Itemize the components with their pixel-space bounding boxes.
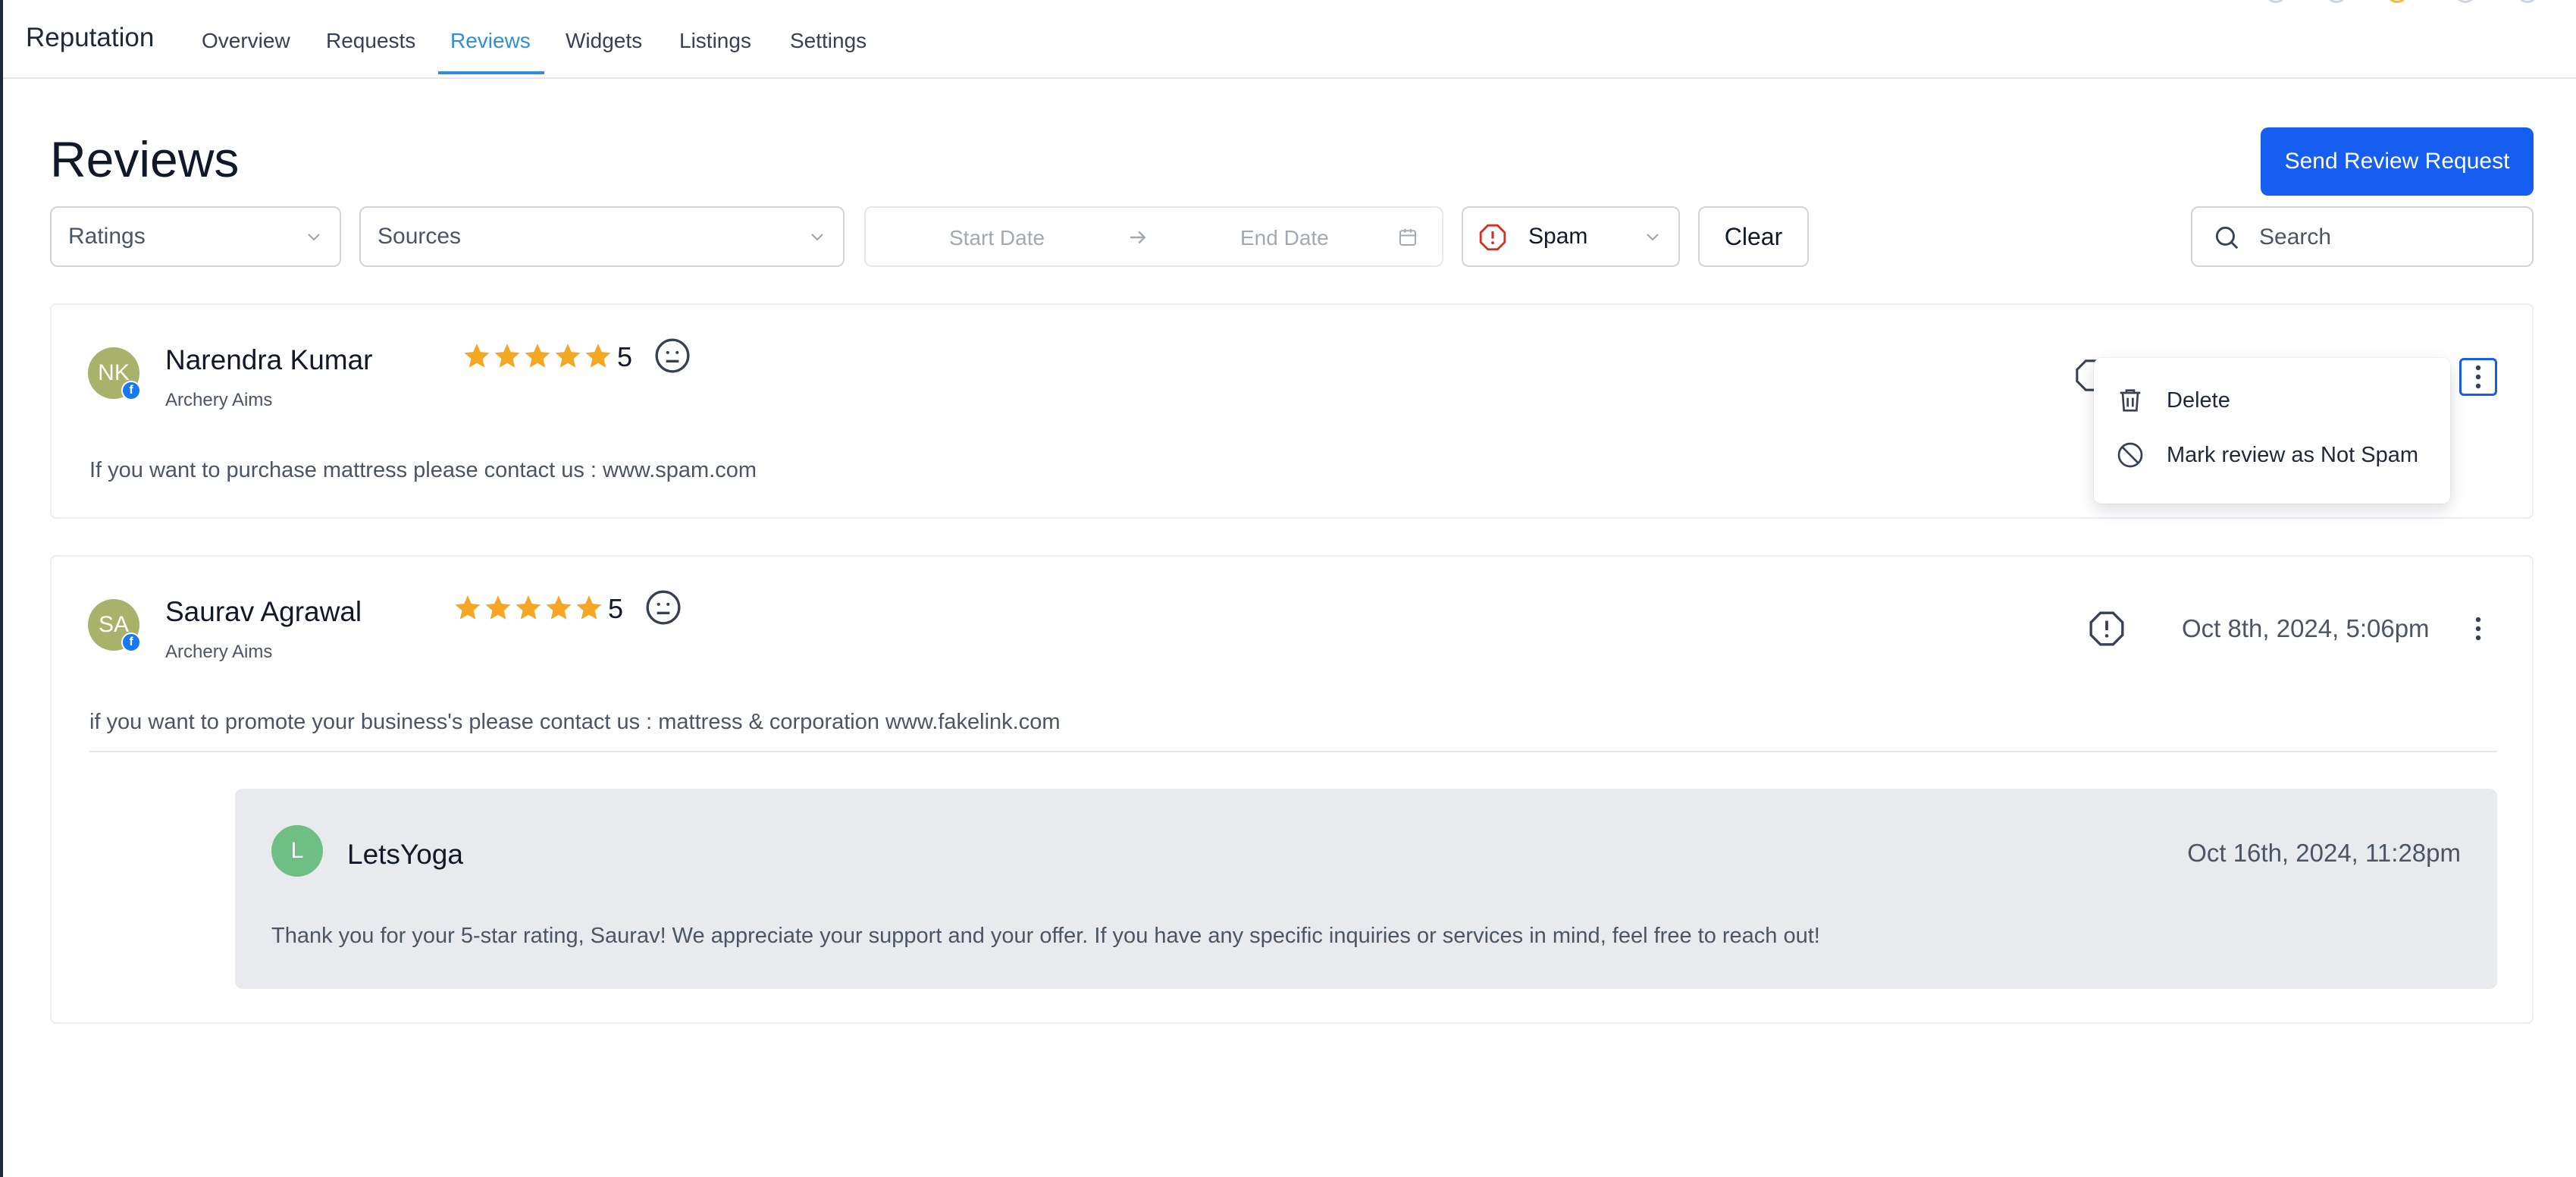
star-icon	[555, 344, 581, 368]
header-action-icon[interactable]	[2326, 0, 2347, 3]
menu-item-label: Delete	[2167, 388, 2230, 413]
tab-requests[interactable]: Requests	[326, 29, 415, 53]
start-date-input[interactable]: Start Date	[949, 226, 1045, 250]
star-icon	[485, 595, 511, 620]
star-icon	[455, 595, 481, 620]
star-icon	[516, 595, 541, 620]
ban-icon	[2117, 442, 2143, 468]
tab-overview[interactable]: Overview	[202, 29, 290, 53]
reply-author: LetsYoga	[347, 839, 463, 870]
ratings-select[interactable]: Ratings	[50, 206, 341, 267]
owner-reply: L LetsYoga Oct 16th, 2024, 11:28pm Thank…	[235, 789, 2497, 989]
clear-filters-button[interactable]: Clear	[1698, 206, 1809, 267]
star-rating	[453, 593, 603, 622]
star-icon	[585, 344, 611, 368]
chevron-down-icon	[308, 234, 320, 241]
neutral-face-icon	[655, 338, 690, 373]
spam-filter-label: Spam	[1528, 224, 1588, 249]
calendar-icon	[1399, 228, 1416, 246]
end-date-input[interactable]: End Date	[1240, 226, 1329, 250]
star-rating	[462, 341, 613, 370]
rating-value: 5	[608, 593, 624, 624]
review-options-kebab-icon[interactable]	[2459, 610, 2497, 648]
page-title: Reviews	[50, 131, 240, 187]
header-action-icon[interactable]	[2517, 0, 2538, 3]
reviewer-name: Saurav Agrawal	[165, 596, 362, 627]
chevron-down-icon	[1647, 234, 1659, 241]
app-title: Reputation	[26, 23, 155, 52]
tab-reviews[interactable]: Reviews	[450, 29, 531, 53]
search-box	[2191, 206, 2534, 267]
menu-item-label: Mark review as Not Spam	[2167, 443, 2418, 467]
divider	[89, 751, 2497, 752]
search-input[interactable]	[2259, 221, 2517, 253]
trash-icon	[2120, 389, 2141, 412]
review-options-kebab-icon[interactable]	[2459, 358, 2497, 396]
menu-item-mark-not-spam[interactable]: Mark review as Not Spam	[2094, 429, 2450, 482]
facebook-icon: f	[121, 381, 141, 400]
tab-widgets[interactable]: Widgets	[566, 29, 642, 53]
header-action-icon[interactable]	[2455, 0, 2476, 3]
chevron-down-icon	[811, 234, 823, 241]
tab-listings[interactable]: Listings	[679, 29, 751, 53]
star-icon	[464, 344, 490, 368]
spam-alert-icon	[1479, 224, 1506, 251]
review-text: if you want to promote your business's p…	[89, 710, 1061, 734]
arrow-right-icon	[1130, 231, 1146, 244]
star-icon	[525, 344, 550, 368]
sources-select-label: Sources	[378, 224, 462, 249]
review-date: Oct 8th, 2024, 5:06pm	[2182, 614, 2430, 642]
rating-value: 5	[617, 341, 633, 372]
reply-date: Oct 16th, 2024, 11:28pm	[2187, 839, 2461, 867]
active-tab-indicator	[438, 71, 544, 74]
review-text: If you want to purchase mattress please …	[89, 458, 757, 482]
send-review-request-button[interactable]: Send Review Request	[2261, 127, 2534, 196]
star-icon	[494, 344, 520, 368]
date-range-picker[interactable]: Start Date End Date	[864, 206, 1443, 267]
search-icon	[2215, 226, 2239, 250]
tab-settings[interactable]: Settings	[790, 29, 867, 53]
reply-text: Thank you for your 5-star rating, Saurav…	[271, 924, 1820, 948]
star-icon	[546, 595, 572, 620]
window-edge	[0, 0, 3, 1177]
spam-filter-select[interactable]: Spam	[1462, 206, 1680, 267]
ratings-select-label: Ratings	[68, 224, 146, 249]
review-options-menu: Delete Mark review as Not Spam	[2094, 358, 2450, 504]
reviewer-location: Archery Aims	[165, 642, 273, 662]
star-icon	[576, 595, 602, 620]
facebook-icon: f	[121, 632, 141, 652]
avatar: L	[271, 825, 323, 877]
header-action-icon[interactable]	[2386, 0, 2408, 3]
top-nav: Reputation Overview Requests Reviews Wid…	[3, 0, 2576, 79]
reviewer-location: Archery Aims	[165, 390, 273, 410]
header-action-icon[interactable]	[2265, 0, 2286, 3]
review-card: SA f Saurav Agrawal Archery Aims 5 Oct 8…	[50, 555, 2534, 1024]
neutral-face-icon	[646, 590, 681, 625]
menu-item-delete[interactable]: Delete	[2094, 375, 2450, 428]
sources-select[interactable]: Sources	[359, 206, 845, 267]
spam-status-icon[interactable]	[2088, 610, 2126, 648]
reviewer-name: Narendra Kumar	[165, 344, 373, 375]
